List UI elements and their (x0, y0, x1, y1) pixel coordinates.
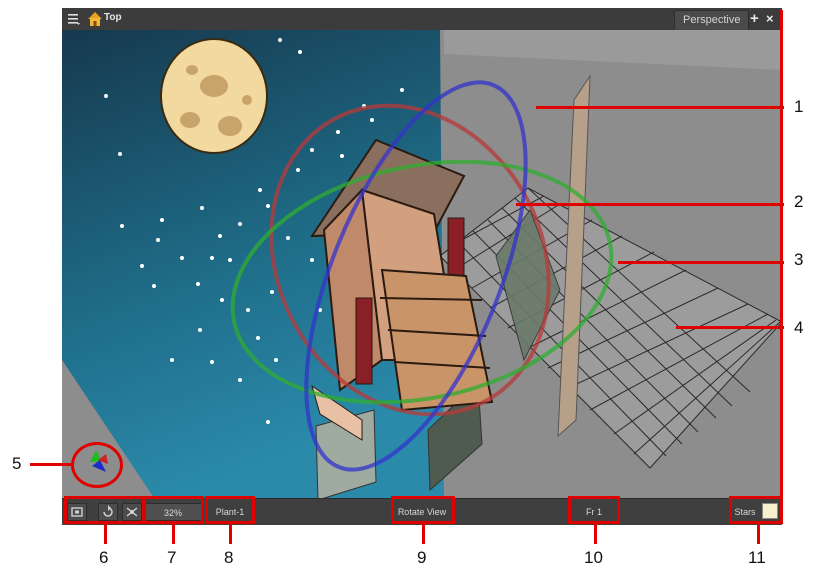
scene-canvas (62, 30, 782, 498)
callout-circle-5 (71, 442, 123, 488)
callout-number-5: 5 (12, 454, 22, 473)
callout-number-1: 1 (794, 97, 804, 116)
callout-number-11: 11 (748, 548, 766, 567)
callout-number-7: 7 (167, 548, 177, 567)
leader-9 (422, 524, 425, 544)
tab-perspective[interactable]: Perspective (674, 10, 750, 30)
leader-1 (536, 106, 784, 109)
callout-box-11 (729, 496, 783, 524)
leader-6 (104, 524, 107, 544)
leader-4 (676, 326, 784, 329)
callout-box-10 (568, 496, 620, 524)
close-view-button[interactable]: × (766, 10, 774, 28)
camera-view-window: Top Perspective + × 32% Plant-1 Rotate V… (62, 8, 782, 525)
callout-number-2: 2 (794, 192, 804, 211)
leader-10 (594, 524, 597, 544)
leader-8 (229, 524, 232, 544)
callout-number-10: 10 (584, 548, 603, 567)
callout-number-6: 6 (99, 548, 109, 567)
add-view-button[interactable]: + (750, 10, 759, 28)
leader-3 (618, 261, 784, 264)
callout-box-9 (391, 496, 455, 524)
window-border-right (780, 10, 783, 522)
home-icon[interactable] (86, 10, 104, 28)
leader-11 (757, 524, 760, 544)
callout-number-3: 3 (794, 250, 804, 269)
menu-icon[interactable] (67, 12, 81, 26)
callout-number-8: 8 (224, 548, 234, 567)
callout-box-6 (64, 496, 146, 524)
view-title: Top (104, 12, 122, 23)
camera-viewport[interactable] (62, 30, 782, 498)
callout-box-8 (205, 496, 255, 524)
view-toolbar: Top Perspective + × (62, 8, 782, 31)
leader-2 (516, 203, 784, 206)
callout-number-4: 4 (794, 318, 804, 337)
callout-box-7 (142, 496, 204, 524)
leader-5 (30, 463, 74, 466)
leader-7 (172, 524, 175, 544)
callout-number-9: 9 (417, 548, 427, 567)
moon (160, 38, 268, 154)
